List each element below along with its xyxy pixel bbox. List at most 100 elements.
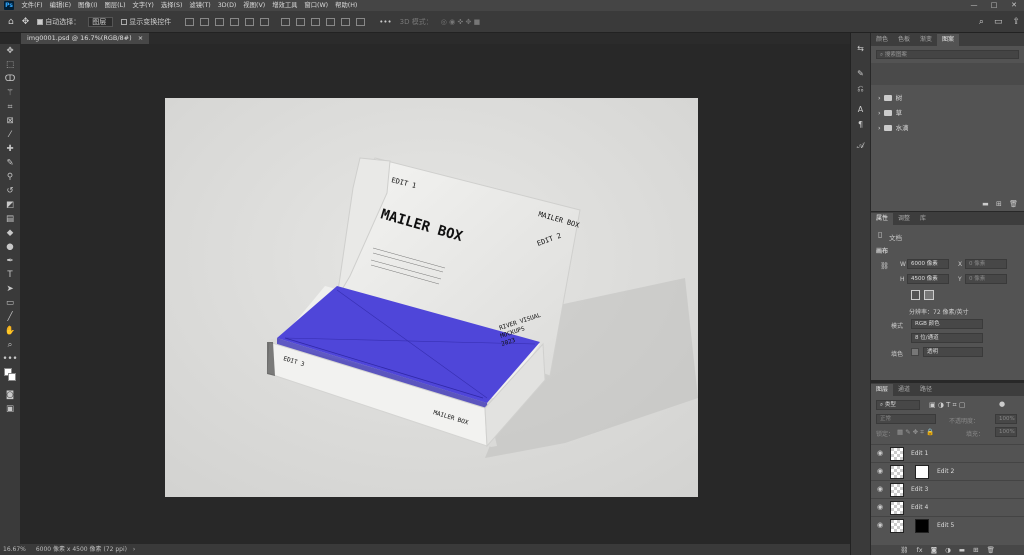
eyedropper-tool-icon[interactable]: ⁄ (0, 128, 20, 142)
link-layers-icon[interactable]: ⛓ (900, 546, 908, 554)
zoom-level[interactable]: 16.67% (3, 546, 26, 553)
pattern-group-trees[interactable]: › 树 (871, 91, 1024, 106)
y-field[interactable]: 0 像素 (965, 274, 1007, 284)
lock-icons[interactable]: ▦ ✎ ✥ ⌗ 🔒 (897, 428, 934, 437)
visibility-eye-icon[interactable]: ◉ (877, 485, 883, 493)
menu-image[interactable]: 图像(I) (75, 0, 101, 11)
menu-select[interactable]: 选择(S) (157, 0, 186, 11)
tab-patterns[interactable]: 图案 (937, 34, 960, 46)
pattern-group-grass[interactable]: › 草 (871, 106, 1024, 121)
fill-dropdown[interactable]: 透明 (923, 347, 983, 357)
menu-3d[interactable]: 3D(D) (214, 0, 240, 11)
close-button[interactable]: ✕ (1004, 0, 1024, 11)
layer-kind-filter[interactable]: ⌕ 类型 (876, 400, 920, 410)
lasso-tool-icon[interactable]: ↀ (0, 72, 20, 86)
visibility-eye-icon[interactable]: ◉ (877, 503, 883, 511)
delete-layer-icon[interactable]: 🗑 (987, 546, 995, 554)
menu-type[interactable]: 文字(Y) (129, 0, 157, 11)
visibility-eye-icon[interactable]: ◉ (877, 521, 883, 529)
distribute-right-icon[interactable] (311, 17, 321, 26)
tab-channels[interactable]: 通道 (893, 384, 915, 396)
distribute-top-icon[interactable] (326, 17, 336, 26)
mode-dropdown[interactable]: RGB 颜色 (911, 319, 983, 329)
fill-color-swatch[interactable] (911, 348, 919, 356)
layer-row[interactable]: ◉ Edit 2 (871, 462, 1024, 480)
auto-select-dropdown[interactable]: 图层 (88, 16, 114, 27)
delete-icon[interactable]: 🗑 (1009, 200, 1018, 208)
tab-adjustments[interactable]: 调整 (893, 213, 915, 225)
crop-tool-icon[interactable]: ⌗ (0, 100, 20, 114)
menu-filter[interactable]: 滤镜(T) (186, 0, 214, 11)
align-bottom-icon[interactable] (260, 17, 270, 26)
layer-style-icon[interactable]: fx (916, 546, 922, 554)
brush-tool-icon[interactable]: ✎ (0, 156, 20, 170)
menu-file[interactable]: 文件(F) (18, 0, 46, 11)
share-icon[interactable]: ⇪ (1012, 17, 1020, 27)
new-pattern-icon[interactable]: ⊞ (996, 200, 1002, 208)
blend-mode-dropdown[interactable]: 正常 (876, 414, 936, 424)
portrait-orientation-icon[interactable] (911, 290, 920, 300)
distribute-left-icon[interactable] (281, 17, 291, 26)
tab-properties[interactable]: 属性 (871, 213, 894, 225)
distribute-center-icon[interactable] (296, 17, 306, 26)
menu-window[interactable]: 窗口(W) (301, 0, 332, 11)
filter-toggle-icon[interactable]: ● (999, 400, 1005, 408)
tab-libraries[interactable]: 库 (915, 213, 931, 225)
pattern-search-input[interactable]: ⌕ 搜索图案 (876, 50, 1019, 59)
blur-tool-icon[interactable]: ◆ (0, 226, 20, 240)
tab-paths[interactable]: 路径 (915, 384, 937, 396)
tab-layers[interactable]: 图层 (871, 384, 894, 396)
layer-row[interactable]: ◉ Edit 4 (871, 498, 1024, 516)
brush-settings-icon[interactable]: ✎ (851, 66, 870, 81)
healing-brush-tool-icon[interactable]: ✚ (0, 142, 20, 156)
maximize-button[interactable]: □ (984, 0, 1004, 11)
screen-mode-icon[interactable]: ▣ (0, 402, 20, 416)
width-field[interactable]: 6000 像素 (907, 259, 949, 269)
distribute-middle-icon[interactable] (341, 17, 351, 26)
status-arrow-icon[interactable]: › (133, 546, 135, 553)
pattern-group-water-drops[interactable]: › 水滴 (871, 121, 1024, 136)
search-icon[interactable]: ⌕ (979, 17, 984, 27)
close-tab-icon[interactable]: × (138, 34, 143, 42)
align-left-icon[interactable] (185, 17, 195, 26)
align-middle-icon[interactable] (245, 17, 255, 26)
dodge-tool-icon[interactable]: ● (0, 240, 20, 254)
menu-edit[interactable]: 编辑(E) (46, 0, 75, 11)
layer-mask-thumbnail[interactable] (915, 465, 929, 479)
move-tool-icon[interactable]: ✥ (22, 17, 30, 27)
tab-swatches[interactable]: 色板 (893, 34, 915, 46)
layer-mask-thumbnail[interactable] (915, 519, 929, 533)
menu-plugins[interactable]: 增效工具 (269, 0, 301, 11)
edit-toolbar-icon[interactable]: ••• (0, 352, 20, 366)
auto-select-checkbox[interactable]: 自动选择： (37, 17, 80, 27)
landscape-orientation-icon[interactable] (924, 290, 934, 300)
align-right-icon[interactable] (215, 17, 225, 26)
align-top-icon[interactable] (230, 17, 240, 26)
link-dimensions-icon[interactable]: ⛓ (880, 262, 889, 270)
history-brush-tool-icon[interactable]: ↺ (0, 184, 20, 198)
menu-layer[interactable]: 图层(L) (101, 0, 129, 11)
type-tool-icon[interactable]: T (0, 268, 20, 282)
menu-view[interactable]: 视图(V) (240, 0, 269, 11)
distribute-bottom-icon[interactable] (356, 17, 366, 26)
new-group-icon[interactable]: ▬ (959, 546, 965, 554)
layer-row[interactable]: ◉ Edit 1 (871, 444, 1024, 462)
pen-tool-icon[interactable]: ✒ (0, 254, 20, 268)
fill-field[interactable]: 100% (995, 427, 1017, 437)
line-tool-icon[interactable]: ╱ (0, 310, 20, 324)
3d-orbit-icon[interactable]: ◎ ◉ ✜ ✥ ■ (441, 18, 480, 26)
tab-gradients[interactable]: 渐变 (915, 34, 937, 46)
canvas-area[interactable]: EDIT 1 MAILER BOX MAILER BOX EDIT 2 RIVE… (21, 44, 850, 544)
document-canvas[interactable]: EDIT 1 MAILER BOX MAILER BOX EDIT 2 RIVE… (165, 98, 698, 497)
tab-color[interactable]: 颜色 (871, 34, 893, 46)
more-options-icon[interactable]: ••• (379, 18, 391, 26)
visibility-eye-icon[interactable]: ◉ (877, 449, 883, 457)
adjustment-layer-icon[interactable]: ◑ (945, 546, 951, 554)
new-group-icon[interactable]: ▬ (982, 200, 989, 208)
magic-wand-tool-icon[interactable]: ⚚ (0, 86, 20, 100)
character-panel-icon[interactable]: A (851, 102, 870, 117)
layer-row[interactable]: ◉ Edit 5 (871, 516, 1024, 534)
document-tab[interactable]: img0001.psd @ 16.7%(RGB/8#) × (21, 33, 150, 44)
bit-depth-dropdown[interactable]: 8 位/通道 (911, 333, 983, 343)
workspace-icon[interactable]: ▭ (994, 17, 1003, 27)
